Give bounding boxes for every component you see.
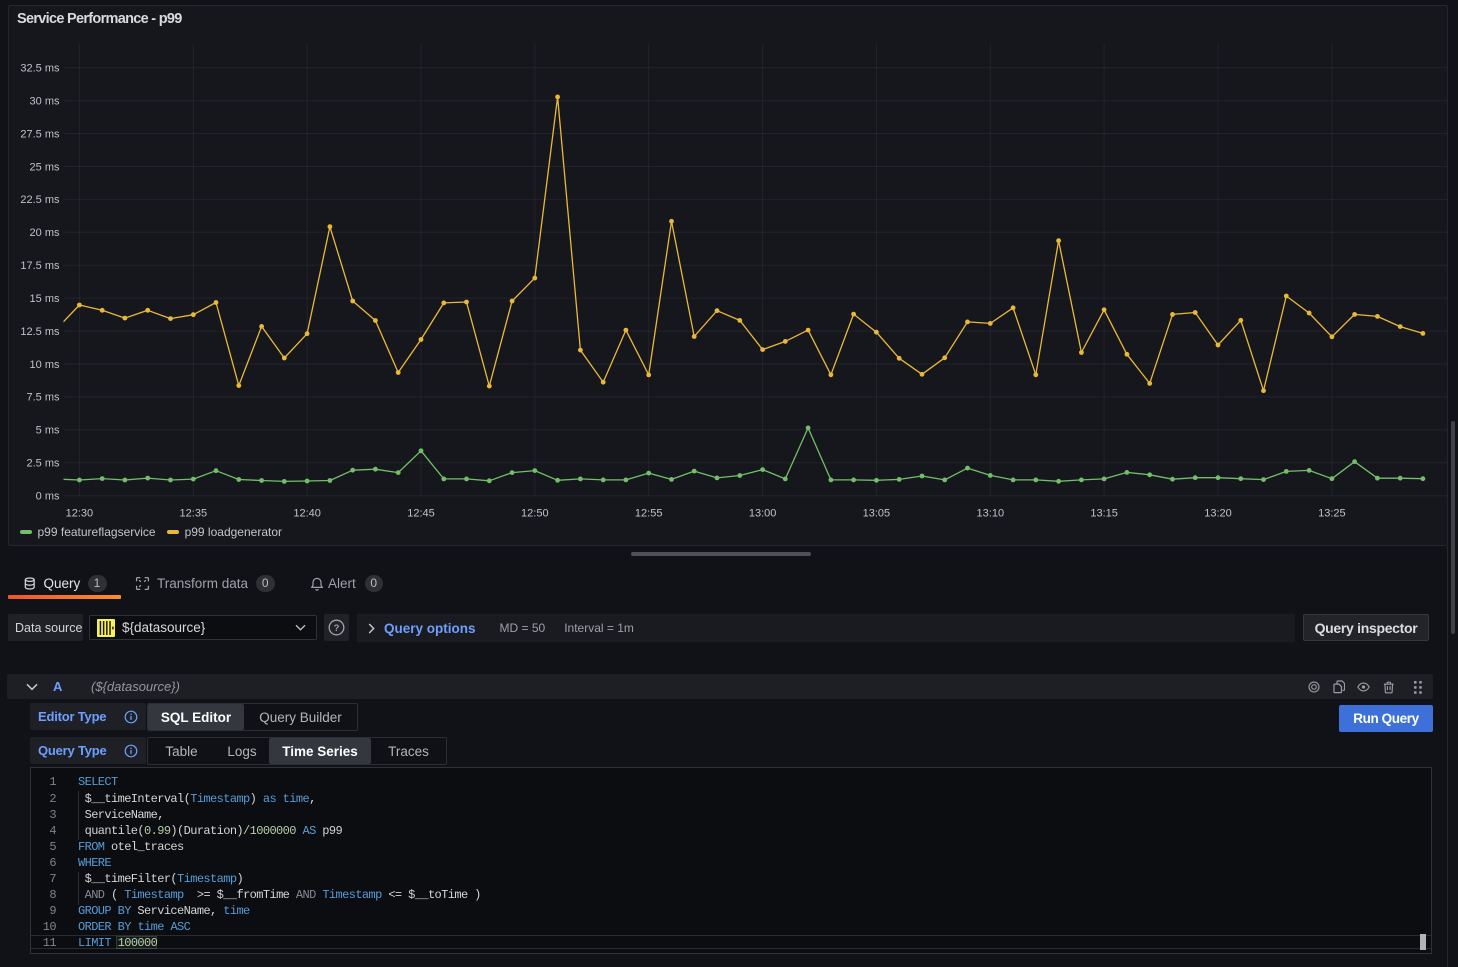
svg-text:13:15: 13:15: [1090, 508, 1118, 520]
svg-text:32.5 ms: 32.5 ms: [20, 63, 60, 75]
svg-text:27.5 ms: 27.5 ms: [20, 128, 60, 140]
svg-text:25 ms: 25 ms: [30, 161, 60, 173]
svg-text:13:10: 13:10: [977, 508, 1005, 520]
svg-text:13:25: 13:25: [1318, 508, 1346, 520]
svg-text:17.5 ms: 17.5 ms: [20, 260, 60, 272]
svg-text:12:55: 12:55: [635, 508, 663, 520]
svg-text:0 ms: 0 ms: [36, 491, 60, 503]
svg-text:22.5 ms: 22.5 ms: [20, 194, 60, 206]
svg-text:20 ms: 20 ms: [30, 227, 60, 239]
svg-text:15 ms: 15 ms: [30, 293, 60, 305]
svg-text:30 ms: 30 ms: [30, 95, 60, 107]
svg-text:12:30: 12:30: [66, 508, 94, 520]
svg-text:12:50: 12:50: [521, 508, 549, 520]
svg-text:12:40: 12:40: [293, 508, 321, 520]
svg-text:13:20: 13:20: [1204, 508, 1232, 520]
svg-text:5 ms: 5 ms: [36, 425, 60, 437]
svg-text:12:45: 12:45: [407, 508, 435, 520]
svg-text:?: ?: [334, 623, 340, 634]
svg-text:13:00: 13:00: [749, 508, 777, 520]
svg-text:7.5 ms: 7.5 ms: [26, 392, 60, 404]
svg-text:12:35: 12:35: [180, 508, 208, 520]
svg-text:13:05: 13:05: [863, 508, 891, 520]
svg-text:10 ms: 10 ms: [30, 359, 60, 371]
svg-text:12.5 ms: 12.5 ms: [20, 326, 60, 338]
svg-text:2.5 ms: 2.5 ms: [26, 458, 60, 470]
